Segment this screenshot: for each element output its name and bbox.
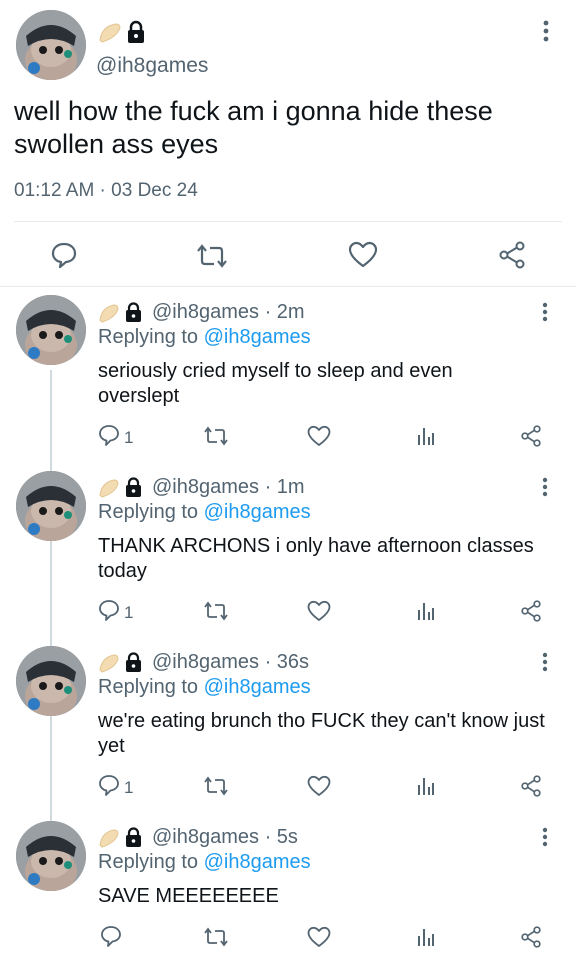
reply-more-menu-icon[interactable] — [542, 827, 548, 852]
reply-avatar[interactable] — [16, 471, 86, 541]
dumpling-lock-icon — [99, 652, 141, 673]
analytics-icon[interactable] — [416, 600, 436, 627]
reply-icon — [101, 926, 121, 947]
reply-action[interactable] — [100, 925, 122, 952]
reply-text: we're eating brunch tho FUCK they can't … — [98, 710, 545, 757]
like-icon[interactable] — [307, 600, 331, 627]
main-tweet-text: well how the fuck am i gonna hide these … — [14, 96, 493, 159]
reply-count: 1 — [124, 778, 134, 797]
main-more-menu-icon[interactable] — [536, 20, 556, 46]
replying-to: Replying to @ih8games — [98, 501, 311, 523]
share-icon[interactable] — [520, 600, 542, 627]
reply-handle-time[interactable]: @ih8games · 36s — [152, 651, 309, 674]
reply-avatar[interactable] — [16, 295, 86, 365]
mention-link[interactable]: @ih8games — [204, 326, 311, 348]
retweet-icon[interactable] — [203, 927, 229, 952]
analytics-icon[interactable] — [416, 425, 436, 452]
like-icon[interactable] — [348, 241, 378, 274]
dumpling-lock-icon — [99, 827, 141, 848]
analytics-icon[interactable] — [416, 926, 436, 953]
reply-badges — [98, 652, 148, 679]
reply-action[interactable] — [98, 774, 120, 801]
reply-more-menu-icon[interactable] — [542, 302, 548, 327]
reply-avatar[interactable] — [16, 821, 86, 891]
retweet-icon[interactable] — [203, 426, 229, 451]
replying-to: Replying to @ih8games — [98, 676, 311, 698]
mention-link[interactable]: @ih8games — [204, 851, 311, 873]
reply-badges — [98, 827, 148, 854]
reply-count: 1 — [124, 428, 134, 447]
share-icon[interactable] — [520, 775, 542, 802]
reply-icon — [99, 425, 119, 446]
main-avatar[interactable] — [16, 10, 86, 80]
reply-text: seriously cried myself to sleep and even… — [98, 360, 453, 407]
reply-handle-time[interactable]: @ih8games · 2m — [152, 301, 305, 324]
main-timestamp[interactable]: 01:12 AM · 03 Dec 24 — [14, 180, 198, 202]
dumpling-lock-icon — [99, 302, 141, 323]
reply-handle-time[interactable]: @ih8games · 1m — [152, 476, 305, 499]
main-badges — [96, 20, 156, 46]
like-icon[interactable] — [307, 926, 331, 953]
reply-badges — [98, 302, 148, 329]
dumpling-lock-icon — [99, 477, 141, 498]
share-icon[interactable] — [520, 926, 542, 953]
dumpling-emoji-icon — [99, 20, 144, 43]
divider — [14, 221, 562, 222]
main-handle[interactable]: @ih8games — [96, 54, 208, 78]
retweet-icon[interactable] — [196, 243, 228, 274]
reply-icon[interactable] — [50, 241, 78, 274]
reply-more-menu-icon[interactable] — [542, 652, 548, 677]
reply-text: SAVE MEEEEEEEE — [98, 885, 279, 907]
reply-more-menu-icon[interactable] — [542, 477, 548, 502]
share-icon[interactable] — [498, 241, 526, 274]
reply-text: THANK ARCHONS i only have afternoon clas… — [98, 535, 534, 582]
analytics-icon[interactable] — [416, 775, 436, 802]
divider — [0, 286, 576, 287]
mention-link[interactable]: @ih8games — [204, 501, 311, 523]
reply-icon — [99, 600, 119, 621]
reply-avatar[interactable] — [16, 646, 86, 716]
reply-icon — [99, 775, 119, 796]
retweet-icon[interactable] — [203, 601, 229, 626]
retweet-icon[interactable] — [203, 776, 229, 801]
replying-to: Replying to @ih8games — [98, 851, 311, 873]
reply-badges — [98, 477, 148, 504]
thread-line — [50, 370, 52, 828]
reply-handle-time[interactable]: @ih8games · 5s — [152, 826, 298, 849]
reply-action[interactable] — [98, 599, 120, 626]
reply-count: 1 — [124, 603, 134, 622]
reply-action[interactable] — [98, 424, 120, 451]
replying-to: Replying to @ih8games — [98, 326, 311, 348]
share-icon[interactable] — [520, 425, 542, 452]
mention-link[interactable]: @ih8games — [204, 676, 311, 698]
like-icon[interactable] — [307, 775, 331, 802]
like-icon[interactable] — [307, 425, 331, 452]
